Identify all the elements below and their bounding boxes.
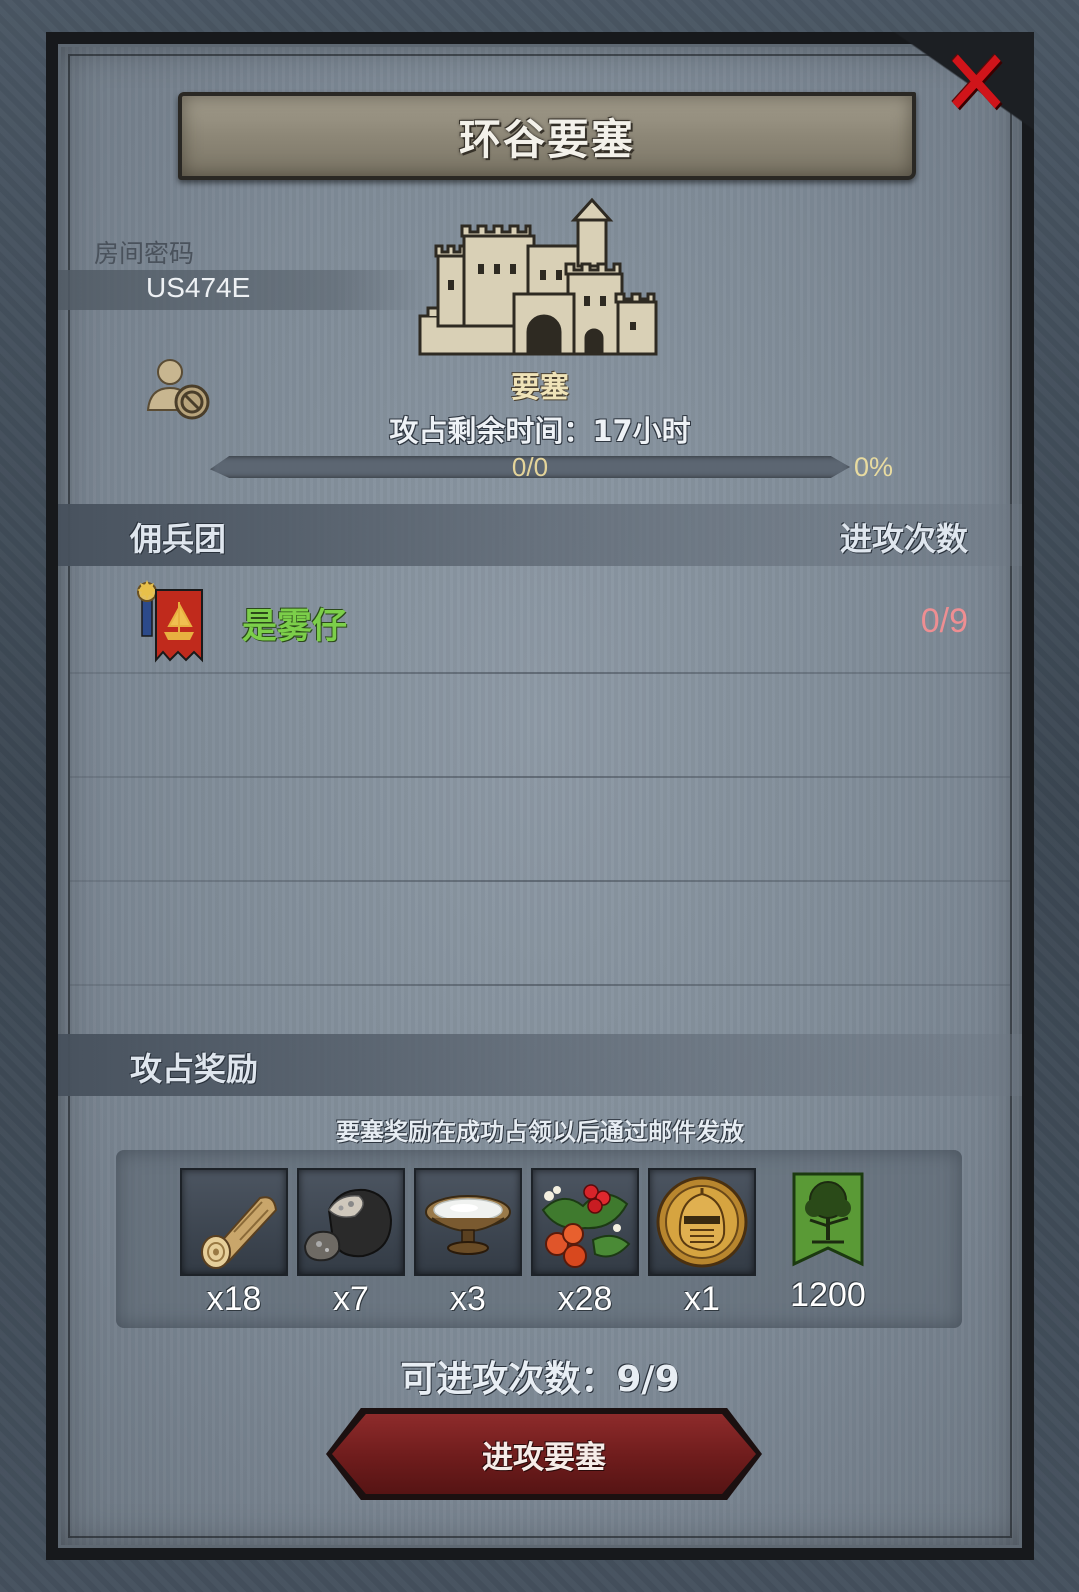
rewards-note: 要塞奖励在成功占领以后通过邮件发放 xyxy=(336,1118,744,1146)
fortress-dialog: ✕ 环谷要塞 房间密码 US474E 要塞 攻占剩余时间：17小时 0/0 0%… xyxy=(46,32,1034,1560)
ore-icon xyxy=(297,1168,405,1276)
mercenary-header: 佣兵团 xyxy=(130,520,227,558)
close-icon[interactable]: ✕ xyxy=(942,38,1011,130)
capture-progress-text: 0/0 xyxy=(511,452,549,482)
dialog-title: 环谷要塞 xyxy=(458,114,635,164)
capture-progress-percent: 0% xyxy=(854,452,894,482)
attack-fortress-button[interactable]: 进攻要塞 xyxy=(332,1414,756,1494)
rewards-header: 攻占奖励 xyxy=(130,1050,259,1088)
tree-banner-icon xyxy=(776,1168,880,1272)
fortress-type-label: 要塞 xyxy=(510,370,569,404)
bowl-icon xyxy=(414,1168,522,1276)
reward-item[interactable]: x18 xyxy=(180,1168,288,1319)
mercenary-row[interactable]: 是雾仔 0/9 xyxy=(70,568,1010,674)
wood-log-icon xyxy=(180,1168,288,1276)
rewards-header-bar: 攻占奖励 xyxy=(58,1034,1022,1096)
berries-icon xyxy=(531,1168,639,1276)
attacks-header: 进攻次数 xyxy=(839,520,968,558)
reward-qty: x18 xyxy=(206,1280,262,1318)
row-divider xyxy=(70,984,1010,986)
room-password-label: 房间密码 xyxy=(94,239,195,268)
knight-helmet-icon xyxy=(648,1168,756,1276)
reward-qty: x3 xyxy=(450,1280,486,1318)
reward-qty: x28 xyxy=(557,1280,613,1318)
mercenary-header-bar: 佣兵团 进攻次数 xyxy=(58,504,1022,566)
row-divider xyxy=(70,880,1010,882)
mercenary-name: 是雾仔 xyxy=(242,607,348,647)
reward-qty: 1200 xyxy=(790,1276,866,1314)
reward-qty: x7 xyxy=(333,1280,369,1318)
rewards-box: x18 x7 x3 x28 x1 1200 xyxy=(116,1150,962,1328)
row-divider xyxy=(70,776,1010,778)
guild-banner-icon xyxy=(136,574,206,670)
reward-qty: x1 xyxy=(684,1280,720,1318)
mercenary-attack-count: 0/9 xyxy=(920,602,968,640)
room-password-value: US474E xyxy=(146,272,251,303)
fortress-castle-icon xyxy=(418,184,668,364)
attacks-remaining: 可进攻次数：9/9 xyxy=(400,1359,680,1400)
capture-time-remaining: 攻占剩余时间：17小时 xyxy=(389,414,691,448)
reward-item[interactable]: x1 xyxy=(648,1168,756,1319)
reward-item[interactable]: x28 xyxy=(531,1168,639,1319)
row-divider xyxy=(70,672,1010,674)
title-banner: 环谷要塞 xyxy=(178,92,916,180)
reward-item[interactable]: x7 xyxy=(297,1168,405,1319)
reward-item[interactable]: x3 xyxy=(414,1168,522,1319)
attack-button-label: 进攻要塞 xyxy=(482,1439,606,1476)
reward-item[interactable]: 1200 xyxy=(774,1168,882,1315)
